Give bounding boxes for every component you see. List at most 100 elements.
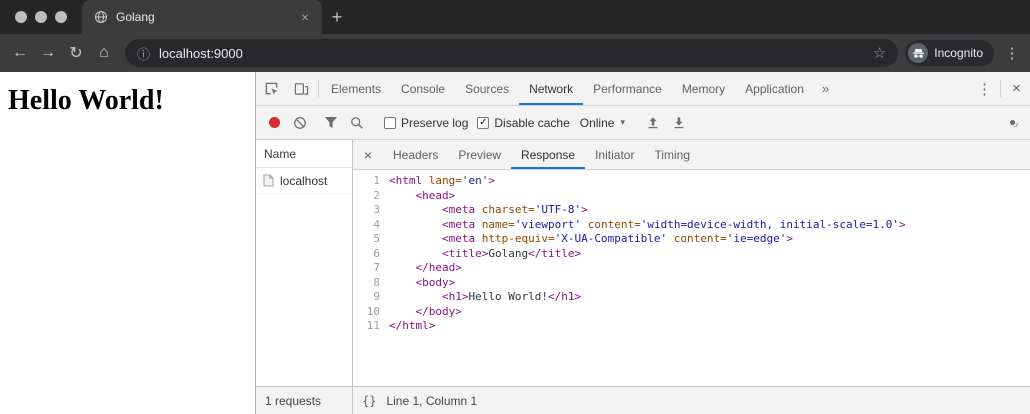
window-maximize-button[interactable] xyxy=(55,11,67,23)
tab-close-icon[interactable]: × xyxy=(296,9,314,25)
code-line: 1 <html lang='en'> xyxy=(353,174,1030,189)
response-status-bar: {} Line 1, Column 1 xyxy=(353,386,1030,414)
format-braces-icon[interactable]: {} xyxy=(362,394,376,408)
tab-timing[interactable]: Timing xyxy=(644,140,700,169)
reload-icon[interactable]: ↻ xyxy=(62,39,90,67)
code-line: 8 <body> xyxy=(353,276,1030,291)
requests-name-header[interactable]: Name xyxy=(256,140,352,168)
line-number: 2 xyxy=(373,188,380,202)
filter-icon[interactable] xyxy=(318,110,344,136)
disable-cache-checkbox[interactable]: ✓ xyxy=(477,116,490,129)
line-number: 7 xyxy=(373,261,380,274)
more-tabs-icon[interactable]: » xyxy=(814,72,837,105)
home-icon[interactable]: ⌂ xyxy=(90,39,118,67)
line-number: 3 xyxy=(373,203,380,216)
code-text: <meta name='viewport' content='width=dev… xyxy=(441,217,906,231)
new-tab-button[interactable]: + xyxy=(322,0,352,34)
request-row[interactable]: localhost xyxy=(256,168,352,194)
code-text: <h1>Hello World!</h1> xyxy=(441,290,582,303)
tab-memory[interactable]: Memory xyxy=(672,72,735,105)
bookmark-star-icon[interactable]: ☆ xyxy=(873,44,886,62)
request-rows: localhost xyxy=(256,168,352,386)
clear-network-log-icon[interactable] xyxy=(287,110,313,136)
tab-preview[interactable]: Preview xyxy=(448,140,511,169)
code-text: <meta http-equiv='X-UA-Compatible' conte… xyxy=(441,232,794,245)
code-line: 5 <meta http-equiv='X-UA-Compatible' con… xyxy=(353,232,1030,247)
preserve-log-checkbox[interactable] xyxy=(384,116,396,129)
address-toolbar: ← → ↻ ⌂ ⓘ localhost:9000 ☆ Incognito ⋮ xyxy=(0,34,1030,72)
response-code-lines[interactable]: 1 <html lang='en'> 2 <head> 3 <meta charset… xyxy=(353,170,1030,386)
code-line: 6 <title>Golang</title> xyxy=(353,247,1030,262)
code-line: 9 <h1>Hello World!</h1> xyxy=(353,290,1030,305)
line-number: 4 xyxy=(373,217,380,231)
throttling-dropdown[interactable]: Online ▾ xyxy=(570,116,635,130)
code-line: 11 </html> xyxy=(353,319,1030,334)
window-minimize-button[interactable] xyxy=(35,11,47,23)
code-text: </head> xyxy=(415,261,462,274)
throttling-value: Online xyxy=(579,115,615,130)
code-text: <html lang='en'> xyxy=(389,174,495,187)
back-icon[interactable]: ← xyxy=(6,39,34,67)
import-har-icon[interactable] xyxy=(640,110,666,136)
tab-network[interactable]: Network xyxy=(519,72,584,105)
line-number: 1 xyxy=(373,174,380,187)
network-settings-gear-icon[interactable] xyxy=(999,110,1025,136)
devtools-panel: Elements Console Sources Network Performance… xyxy=(255,72,1030,414)
code-text: </html> xyxy=(389,319,436,332)
line-number: 6 xyxy=(373,246,380,260)
export-har-icon[interactable] xyxy=(666,110,692,136)
devtools-menu-icon[interactable]: ⋮ xyxy=(971,72,998,105)
network-main: Name localhost 1 requests × Headers Previ… xyxy=(256,140,1030,414)
disable-cache-label[interactable]: Disable cache xyxy=(494,116,569,130)
forward-icon[interactable]: → xyxy=(34,39,62,67)
tab-application[interactable]: Application xyxy=(735,72,814,105)
tab-title: Golang xyxy=(116,10,155,24)
devtools-tabs: Elements Console Sources Network Performance… xyxy=(321,72,814,105)
detail-tabs-group: Headers Preview Response Initiator Timing xyxy=(383,140,700,169)
page-heading: Hello World! xyxy=(8,85,164,116)
tab-headers[interactable]: Headers xyxy=(383,140,448,169)
line-number: 11 xyxy=(366,319,380,332)
file-icon xyxy=(263,174,274,187)
chevron-down-icon: ▾ xyxy=(620,117,625,127)
traffic-lights xyxy=(0,0,82,34)
line-number: 9 xyxy=(373,290,380,303)
devtools-close-icon[interactable]: × xyxy=(1003,72,1030,105)
line-number: 10 xyxy=(366,304,380,318)
code-text: <title>Golang</title> xyxy=(441,246,582,260)
separator xyxy=(1000,80,1001,97)
request-name: localhost xyxy=(280,173,328,188)
address-bar[interactable]: ⓘ localhost:9000 ☆ xyxy=(125,39,899,67)
globe-icon xyxy=(94,10,108,24)
browser-menu-icon[interactable]: ⋮ xyxy=(1000,44,1024,62)
device-toolbar-icon[interactable] xyxy=(286,72,316,105)
tab-console[interactable]: Console xyxy=(391,72,455,105)
code-text: <body> xyxy=(415,275,456,289)
cursor-position-text: Line 1, Column 1 xyxy=(386,393,478,408)
tab-elements[interactable]: Elements xyxy=(321,72,391,105)
url-text[interactable]: localhost:9000 xyxy=(159,46,864,61)
record-network-log-icon[interactable] xyxy=(261,110,287,136)
preserve-log-label[interactable]: Preserve log xyxy=(401,116,468,130)
code-line: 7 </head> xyxy=(353,261,1030,276)
tab-strip: Golang × + xyxy=(0,0,1030,34)
window-close-button[interactable] xyxy=(15,11,27,23)
incognito-label: Incognito xyxy=(934,46,983,60)
devtools-tab-bar: Elements Console Sources Network Performance… xyxy=(256,72,1030,106)
line-number: 8 xyxy=(373,275,380,289)
tab-response[interactable]: Response xyxy=(511,140,586,169)
tab-performance[interactable]: Performance xyxy=(583,72,672,105)
incognito-badge: Incognito xyxy=(905,40,994,66)
line-number: 5 xyxy=(373,232,380,245)
site-info-icon[interactable]: ⓘ xyxy=(137,44,150,63)
incognito-icon xyxy=(908,43,929,63)
search-icon[interactable] xyxy=(344,110,370,136)
inspect-element-icon[interactable] xyxy=(256,72,286,105)
browser-tab[interactable]: Golang × xyxy=(82,0,322,34)
tab-initiator[interactable]: Initiator xyxy=(585,140,644,169)
detail-close-icon[interactable]: × xyxy=(353,140,383,169)
requests-count-status: 1 requests xyxy=(256,386,352,414)
code-line: 4 <meta name='viewport' content='width=d… xyxy=(353,218,1030,233)
code-text: <meta charset='UTF-8'> xyxy=(441,203,588,216)
tab-sources[interactable]: Sources xyxy=(455,72,519,105)
